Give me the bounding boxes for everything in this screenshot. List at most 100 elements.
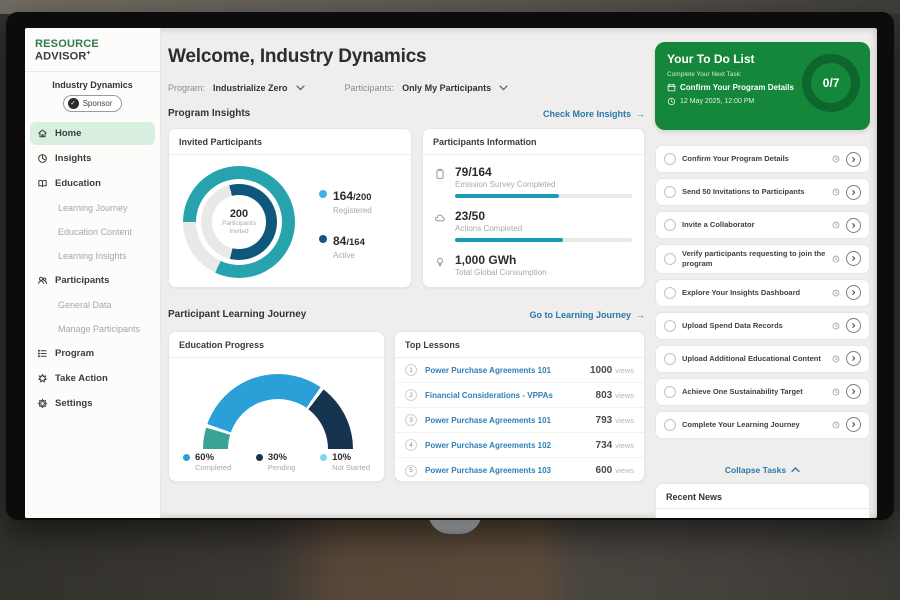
todo-panel: Your To Do List Complete Your Next Task:…: [655, 28, 870, 518]
checkbox[interactable]: [664, 320, 676, 332]
program-filter-value[interactable]: Industrialize Zero: [213, 83, 288, 93]
lesson-link[interactable]: Power Purchase Agreements 101: [425, 416, 596, 425]
todo-summary-card: Your To Do List Complete Your Next Task:…: [655, 42, 870, 130]
participants-icon: [37, 275, 48, 286]
legend-completed: 60%Completed: [183, 452, 231, 472]
program-insights-header: Program Insights Check More Insights →: [168, 108, 645, 119]
lesson-link[interactable]: Power Purchase Agreements 102: [425, 441, 596, 450]
todo-item[interactable]: Upload Spend Data Records: [655, 312, 870, 340]
rank-badge: 5: [405, 465, 417, 477]
clock-icon: [832, 322, 840, 330]
legend-pending: 30%Pending: [256, 452, 296, 472]
clock-icon: [832, 421, 840, 429]
card-title: Top Lessons: [395, 332, 644, 358]
lesson-link[interactable]: Power Purchase Agreements 103: [425, 466, 596, 475]
chevron-right-icon[interactable]: [846, 318, 861, 333]
todo-item[interactable]: Explore Your Insights Dashboard: [655, 279, 870, 307]
sidebar-item-label: Settings: [55, 398, 92, 409]
checkbox[interactable]: [664, 153, 676, 165]
chevron-right-icon[interactable]: [846, 152, 861, 167]
sidebar-item-home[interactable]: Home: [30, 122, 155, 145]
legend-dot: [319, 190, 327, 198]
chevron-right-icon[interactable]: [846, 218, 861, 233]
legend-not-started: 10%Not Started: [320, 452, 370, 472]
recent-news-card: Recent News: [655, 483, 870, 518]
card-title: Invited Participants: [169, 129, 411, 155]
sidebar-item-label: Home: [55, 128, 81, 139]
todo-item[interactable]: Verify participants requesting to join t…: [655, 244, 870, 274]
participants-filter-label: Participants:: [345, 83, 395, 93]
sidebar-item-general-data[interactable]: General Data: [30, 294, 155, 316]
arrow-right-icon: →: [636, 109, 645, 119]
sidebar-item-program[interactable]: Program: [30, 342, 155, 365]
chevron-down-icon[interactable]: [499, 85, 508, 91]
chevron-down-icon[interactable]: [296, 85, 305, 91]
sidebar-item-manage-participants[interactable]: Manage Participants: [30, 318, 155, 340]
lesson-link[interactable]: Financial Considerations - VPPAs: [425, 391, 596, 400]
checkbox[interactable]: [664, 419, 676, 431]
todo-item[interactable]: Upload Additional Educational Content: [655, 345, 870, 373]
take-action-icon: [37, 373, 48, 384]
metric-label: Total Global Consumption: [455, 268, 632, 277]
lesson-link[interactable]: Power Purchase Agreements 101: [425, 366, 590, 375]
arrow-right-icon: →: [636, 310, 645, 320]
chevron-right-icon[interactable]: [846, 285, 861, 300]
participants-filter-value[interactable]: Only My Participants: [402, 83, 491, 93]
todo-item[interactable]: Complete Your Learning Journey: [655, 411, 870, 439]
legend-registered: 164/200 Registered: [319, 187, 372, 215]
app-logo: RESOURCE ADVISOR+: [25, 28, 160, 72]
global-consumption-row: 1,000 GWh Total Global Consumption: [433, 253, 632, 277]
chevron-right-icon[interactable]: [846, 384, 861, 399]
checkbox[interactable]: [664, 353, 676, 365]
chevron-right-icon[interactable]: [846, 251, 861, 266]
progress-fill: [455, 194, 559, 198]
home-icon: [37, 128, 48, 139]
section-title: Program Insights: [168, 108, 250, 119]
check-more-insights-link[interactable]: Check More Insights →: [543, 109, 645, 119]
sidebar-item-label: Participants: [55, 275, 109, 286]
actions-icon: [433, 209, 447, 242]
checkbox[interactable]: [664, 253, 676, 265]
todo-progress-value: 0/7: [823, 76, 840, 90]
donut-legend: 164/200 Registered 84/164 Active: [319, 187, 372, 260]
clock-icon: [667, 97, 676, 106]
sidebar-item-label: Insights: [55, 153, 91, 164]
sidebar-item-learning-journey[interactable]: Learning Journey: [30, 197, 155, 219]
clock-icon: [832, 289, 840, 297]
chevron-right-icon[interactable]: [846, 185, 861, 200]
clock-icon: [832, 221, 840, 229]
sponsor-icon: ✓: [68, 98, 79, 109]
gauge-center-value: 150: [203, 446, 353, 449]
sidebar-item-education-content[interactable]: Education Content: [30, 221, 155, 243]
chevron-right-icon[interactable]: [846, 351, 861, 366]
chevron-right-icon[interactable]: [846, 417, 861, 432]
todo-item[interactable]: Achieve One Sustainability Target: [655, 378, 870, 406]
legend-dot: [319, 235, 327, 243]
todo-item[interactable]: Invite a Collaborator: [655, 211, 870, 239]
card-title: Education Progress: [169, 332, 384, 358]
sidebar-item-learning-insights[interactable]: Learning Insights: [30, 245, 155, 267]
dashboard-screen: RESOURCE ADVISOR+ Industry Dynamics ✓ Sp…: [25, 28, 877, 518]
collapse-tasks-link[interactable]: Collapse Tasks: [655, 465, 870, 475]
checkbox[interactable]: [664, 186, 676, 198]
metric-label: Actions Completed: [455, 224, 632, 233]
todo-item[interactable]: Send 50 Invitations to Participants: [655, 178, 870, 206]
sidebar-item-settings[interactable]: Settings: [30, 392, 155, 415]
page-title: Welcome, Industry Dynamics: [168, 46, 426, 68]
sidebar-item-participants[interactable]: Participants: [30, 269, 155, 292]
todo-progress-ring: 0/7: [802, 54, 860, 112]
sidebar-item-insights[interactable]: Insights: [30, 147, 155, 170]
card-title: Participants Information: [423, 129, 644, 155]
checkbox[interactable]: [664, 386, 676, 398]
donut-center-label: Participants Invited: [216, 220, 262, 236]
progress-track: [455, 194, 632, 198]
go-to-learning-journey-link[interactable]: Go to Learning Journey →: [529, 310, 645, 320]
todo-datetime: 12 May 2025, 12:00 PM: [680, 98, 754, 105]
sidebar-item-education[interactable]: Education: [30, 172, 155, 195]
logo-primary: RESOURCE: [35, 38, 99, 50]
sidebar-item-label: Take Action: [55, 373, 108, 384]
checkbox[interactable]: [664, 287, 676, 299]
checkbox[interactable]: [664, 219, 676, 231]
todo-item[interactable]: Confirm Your Program Details: [655, 145, 870, 173]
sidebar-item-take-action[interactable]: Take Action: [30, 367, 155, 390]
